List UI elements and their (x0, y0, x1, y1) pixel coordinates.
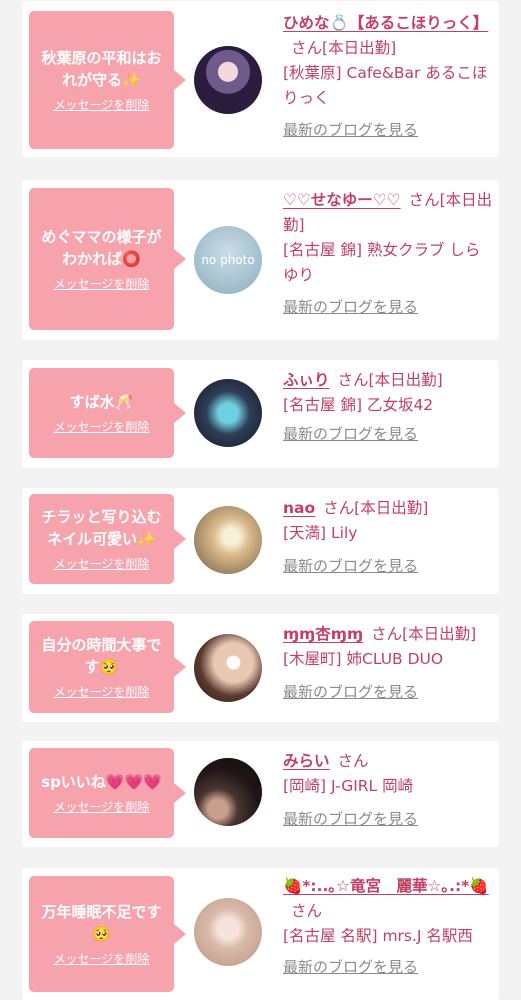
status-text: [本日出勤] (354, 499, 429, 517)
cast-info: ♡♡せなゆー♡♡ さん[本日出勤] [名古屋 錦] 熟女クラブ しらゆり 最新のブ… (283, 188, 495, 320)
cast-name-link[interactable]: みらい (283, 752, 330, 770)
shop-name: [名古屋 名駅] mrs.J 名駅西 (283, 927, 473, 945)
delete-message-link[interactable]: メッセージを削除 (54, 276, 150, 292)
latest-blog-link[interactable]: 最新のブログを見る (283, 118, 495, 143)
avatar[interactable]: no photo (194, 226, 262, 294)
message-bubble: チラッと写り込むネイル可愛い✨ メッセージを削除 (29, 494, 186, 584)
message-bubble: すば水🥂 メッセージを削除 (29, 368, 186, 458)
shop-name: [木屋町] 姉CLUB DUO (283, 650, 444, 668)
honorific: さん (323, 499, 355, 517)
cast-info: みらい さん [岡崎] J-GIRL 岡崎 最新のブログを見る (283, 749, 495, 832)
cast-name-link[interactable]: nao (283, 499, 315, 517)
message-text: 万年睡眠不足です🥺 (41, 903, 162, 943)
delete-message-link[interactable]: メッセージを削除 (54, 419, 150, 435)
message-card: 自分の時間大事です🥺 メッセージを削除 ɱɱ杏ɱɱ さん[本日出勤] [木屋町] … (22, 614, 499, 722)
honorific: さん (337, 752, 369, 770)
latest-blog-link[interactable]: 最新のブログを見る (283, 422, 495, 447)
message-bubble: 秋葉原の平和はおれが守る✨ メッセージを削除 (29, 11, 186, 149)
message-text: 自分の時間大事です🥺 (41, 636, 162, 676)
no-photo-text: no photo (201, 253, 255, 267)
avatar[interactable] (194, 634, 262, 702)
cast-name-link[interactable]: ひめな💍【あるこほりっく】 (283, 14, 488, 32)
latest-blog-link[interactable]: 最新のブログを見る (283, 554, 495, 579)
cast-info: 🍓*:..｡☆竜宮 麗華☆｡.:*🍓さん [名古屋 名駅] mrs.J 名駅西 … (283, 874, 495, 980)
message-card: めぐママの様子がわかれば⭕ メッセージを削除 no photo ♡♡せなゆー♡♡… (22, 180, 499, 340)
message-card: 秋葉原の平和はおれが守る✨ メッセージを削除 ひめな💍【あるこほりっく】さん[本… (22, 1, 499, 157)
delete-message-link[interactable]: メッセージを削除 (54, 951, 150, 967)
message-list: 秋葉原の平和はおれが守る✨ メッセージを削除 ひめな💍【あるこほりっく】さん[本… (0, 0, 521, 1000)
cast-name-link[interactable]: ɱɱ杏ɱɱ (283, 625, 363, 643)
avatar[interactable] (194, 379, 262, 447)
shop-name: [天満] Lily (283, 524, 358, 542)
avatar[interactable] (194, 506, 262, 574)
cast-name-link[interactable]: 🍓*:..｡☆竜宮 麗華☆｡.:*🍓 (283, 877, 489, 895)
message-card: すば水🥂 メッセージを削除 ふぃり さん[本日出勤] [名古屋 錦] 乙女坂42 … (22, 360, 499, 468)
message-bubble: 万年睡眠不足です🥺 メッセージを削除 (29, 876, 186, 992)
status-text: [本日出勤] (402, 625, 477, 643)
honorific: さん (291, 39, 323, 57)
honorific: さん (408, 191, 440, 209)
shop-name: [秋葉原] Cafe&Bar あるこほりっく (283, 64, 488, 107)
message-card: spいいね💗💗💗 メッセージを削除 みらい さん [岡崎] J-GIRL 岡崎 最… (22, 741, 499, 847)
honorific: さん (291, 902, 323, 920)
message-bubble: spいいね💗💗💗 メッセージを削除 (29, 748, 186, 838)
cast-name-link[interactable]: ♡♡せなゆー♡♡ (283, 191, 401, 209)
latest-blog-link[interactable]: 最新のブログを見る (283, 295, 495, 320)
shop-name: [名古屋 錦] 乙女坂42 (283, 396, 434, 414)
honorific: さん (337, 371, 369, 389)
latest-blog-link[interactable]: 最新のブログを見る (283, 807, 495, 832)
avatar[interactable] (194, 46, 262, 114)
cast-info: nao さん[本日出勤] [天満] Lily 最新のブログを見る (283, 496, 495, 579)
message-card: チラッと写り込むネイル可愛い✨ メッセージを削除 nao さん[本日出勤] [天満… (22, 488, 499, 594)
message-text: めぐママの様子がわかれば⭕ (41, 228, 162, 268)
message-text: 秋葉原の平和はおれが守る✨ (41, 49, 162, 89)
status-text: [本日出勤] (368, 371, 443, 389)
message-bubble: 自分の時間大事です🥺 メッセージを削除 (29, 621, 186, 713)
shop-name: [名古屋 錦] 熟女クラブ しらゆり (283, 241, 481, 284)
latest-blog-link[interactable]: 最新のブログを見る (283, 955, 495, 980)
cast-info: ɱɱ杏ɱɱ さん[本日出勤] [木屋町] 姉CLUB DUO 最新のブログを見る (283, 622, 495, 705)
latest-blog-link[interactable]: 最新のブログを見る (283, 680, 495, 705)
delete-message-link[interactable]: メッセージを削除 (54, 556, 150, 572)
delete-message-link[interactable]: メッセージを削除 (54, 799, 150, 815)
cast-info: ひめな💍【あるこほりっく】さん[本日出勤] [秋葉原] Cafe&Bar あるこ… (283, 11, 495, 143)
status-text: [本日出勤] (322, 39, 397, 57)
avatar[interactable] (194, 898, 262, 966)
delete-message-link[interactable]: メッセージを削除 (54, 684, 150, 700)
delete-message-link[interactable]: メッセージを削除 (54, 97, 150, 113)
cast-name-link[interactable]: ふぃり (283, 371, 330, 389)
avatar[interactable] (194, 758, 262, 826)
message-text: spいいね💗💗💗 (41, 773, 162, 791)
message-text: チラッと写り込むネイル可愛い✨ (41, 508, 162, 548)
message-bubble: めぐママの様子がわかれば⭕ メッセージを削除 (29, 188, 186, 330)
message-card: 万年睡眠不足です🥺 メッセージを削除 🍓*:..｡☆竜宮 麗華☆｡.:*🍓さん … (22, 868, 499, 1000)
honorific: さん (371, 625, 403, 643)
message-text: すば水🥂 (69, 393, 134, 411)
cast-info: ふぃり さん[本日出勤] [名古屋 錦] 乙女坂42 最新のブログを見る (283, 368, 495, 447)
shop-name: [岡崎] J-GIRL 岡崎 (283, 777, 414, 795)
